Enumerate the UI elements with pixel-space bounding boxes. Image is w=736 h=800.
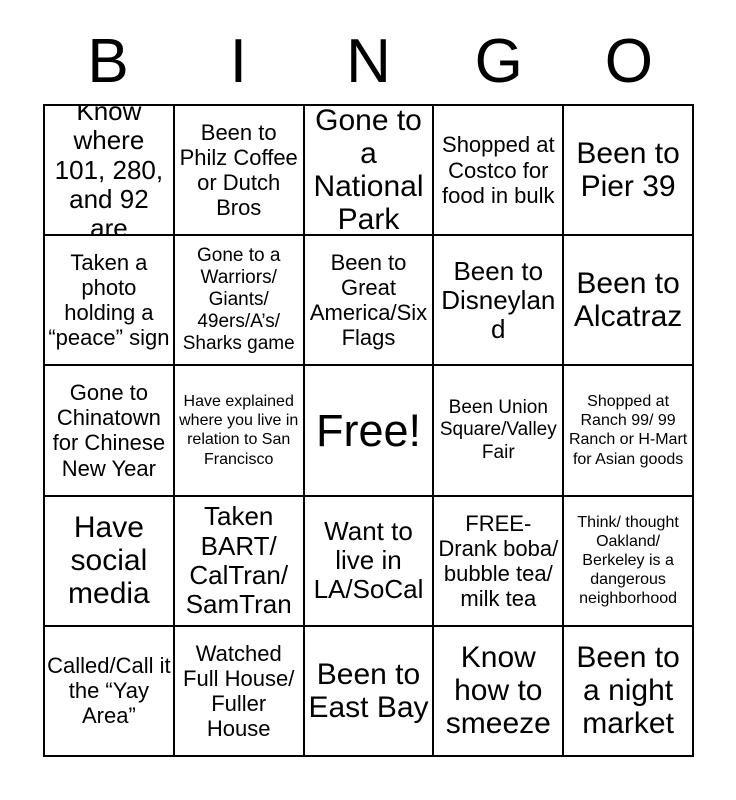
bingo-cell[interactable]: Been to Alcatraz [564,236,694,367]
bingo-cell[interactable]: Been to Disneyland [434,236,565,367]
bingo-cell[interactable]: Taken BART/ CalTran/ SamTran [174,496,305,627]
bingo-cell-label: Called/Call it the “Yay Area” [47,653,171,729]
bingo-cell[interactable]: Have explained where you live in relatio… [174,366,305,497]
bingo-cell-label: Watched Full House/ Fuller House [183,640,295,741]
bingo-grid: Know where 101, 280, and 92 are Been to P… [43,104,694,757]
bingo-cell[interactable]: Taken a photo holding a “peace” sign [45,236,175,367]
bingo-cell[interactable]: Think/ thought Oakland/ Berkeley is a da… [564,496,694,627]
bingo-cell[interactable]: Gone to Chinatown for Chinese New Year [45,366,175,497]
bingo-cell-label: Taken BART/ CalTran/ SamTran [185,501,292,619]
bingo-cell-label: Have social media [68,511,150,611]
bingo-cell[interactable]: Called/Call it the “Yay Area” [45,626,175,757]
bingo-cell[interactable]: Shopped at Ranch 99/ 99 Ranch or H-Mart … [564,366,694,497]
bingo-header-letter-i: I [229,27,247,96]
bingo-cell-label: Think/ thought Oakland/ Berkeley is a da… [577,513,679,608]
bingo-cell[interactable]: Have social media [45,496,175,627]
bingo-cell-label: Know how to smeeze [445,641,551,741]
bingo-cell-label: Been to Alcatraz [573,267,683,334]
bingo-card: B I N G O Know where 101, 280, and 92 ar… [0,0,736,800]
bingo-cell-label: Taken a photo holding a “peace” sign [48,250,170,351]
bingo-cell[interactable]: Been to a night market [564,626,694,757]
bingo-cell[interactable]: Been to Great America/Six Flags [304,236,435,367]
bingo-cell[interactable]: Been to Pier 39 [564,106,694,237]
bingo-cell-label: Been Union Square/Valley Fair [439,397,557,463]
bingo-cell[interactable]: Watched Full House/ Fuller House [174,626,305,757]
bingo-header-letter-b: B [87,27,129,96]
bingo-cell-label: Been to Pier 39 [576,137,680,204]
bingo-cell-label: Free! [315,404,421,456]
bingo-cell[interactable]: Want to live in LA/SoCal [304,496,435,627]
bingo-header-letter-n: N [346,27,391,96]
bingo-header: B I N G O [43,20,694,104]
bingo-cell[interactable]: Free! [304,366,435,497]
bingo-cell[interactable]: Been to East Bay [304,626,435,757]
bingo-cell-label: Gone to a Warriors/ Giants/ 49ers/A’s/ S… [182,245,295,355]
bingo-cell-label: Been to a night market [576,641,680,741]
bingo-cell-label: Gone to a National Park [313,106,424,237]
bingo-cell[interactable]: Shopped at Costco for food in bulk [434,106,565,237]
bingo-header-letter-o: O [604,27,654,96]
bingo-cell[interactable]: Gone to a National Park [304,106,435,237]
bingo-cell[interactable]: FREE- Drank boba/ bubble tea/ milk tea [434,496,565,627]
bingo-cell[interactable]: Been Union Square/Valley Fair [434,366,565,497]
bingo-cell-label: Been to Great America/Six Flags [309,250,428,351]
bingo-cell-label: Been to Disneyland [441,255,556,344]
bingo-cell-label: Want to live in LA/SoCal [313,516,424,605]
bingo-cell[interactable]: Know where 101, 280, and 92 are [45,106,175,237]
bingo-cell-label: Have explained where you live in relatio… [179,393,299,468]
bingo-header-letter-g: G [474,27,523,96]
bingo-cell-label: Shopped at Ranch 99/ 99 Ranch or H-Mart … [568,393,688,468]
bingo-cell-label: Been to East Bay [308,657,429,724]
bingo-cell-label: Gone to Chinatown for Chinese New Year [52,380,166,481]
bingo-cell-label: FREE- Drank boba/ bubble tea/ milk tea [438,510,559,611]
bingo-cell[interactable]: Gone to a Warriors/ Giants/ 49ers/A’s/ S… [174,236,305,367]
bingo-cell[interactable]: Been to Philz Coffee or Dutch Bros [174,106,305,237]
bingo-cell-label: Know where 101, 280, and 92 are [54,106,164,237]
bingo-cell-label: Shopped at Costco for food in bulk [442,132,555,208]
bingo-cell[interactable]: Know how to smeeze [434,626,565,757]
bingo-cell-label: Been to Philz Coffee or Dutch Bros [179,119,298,221]
